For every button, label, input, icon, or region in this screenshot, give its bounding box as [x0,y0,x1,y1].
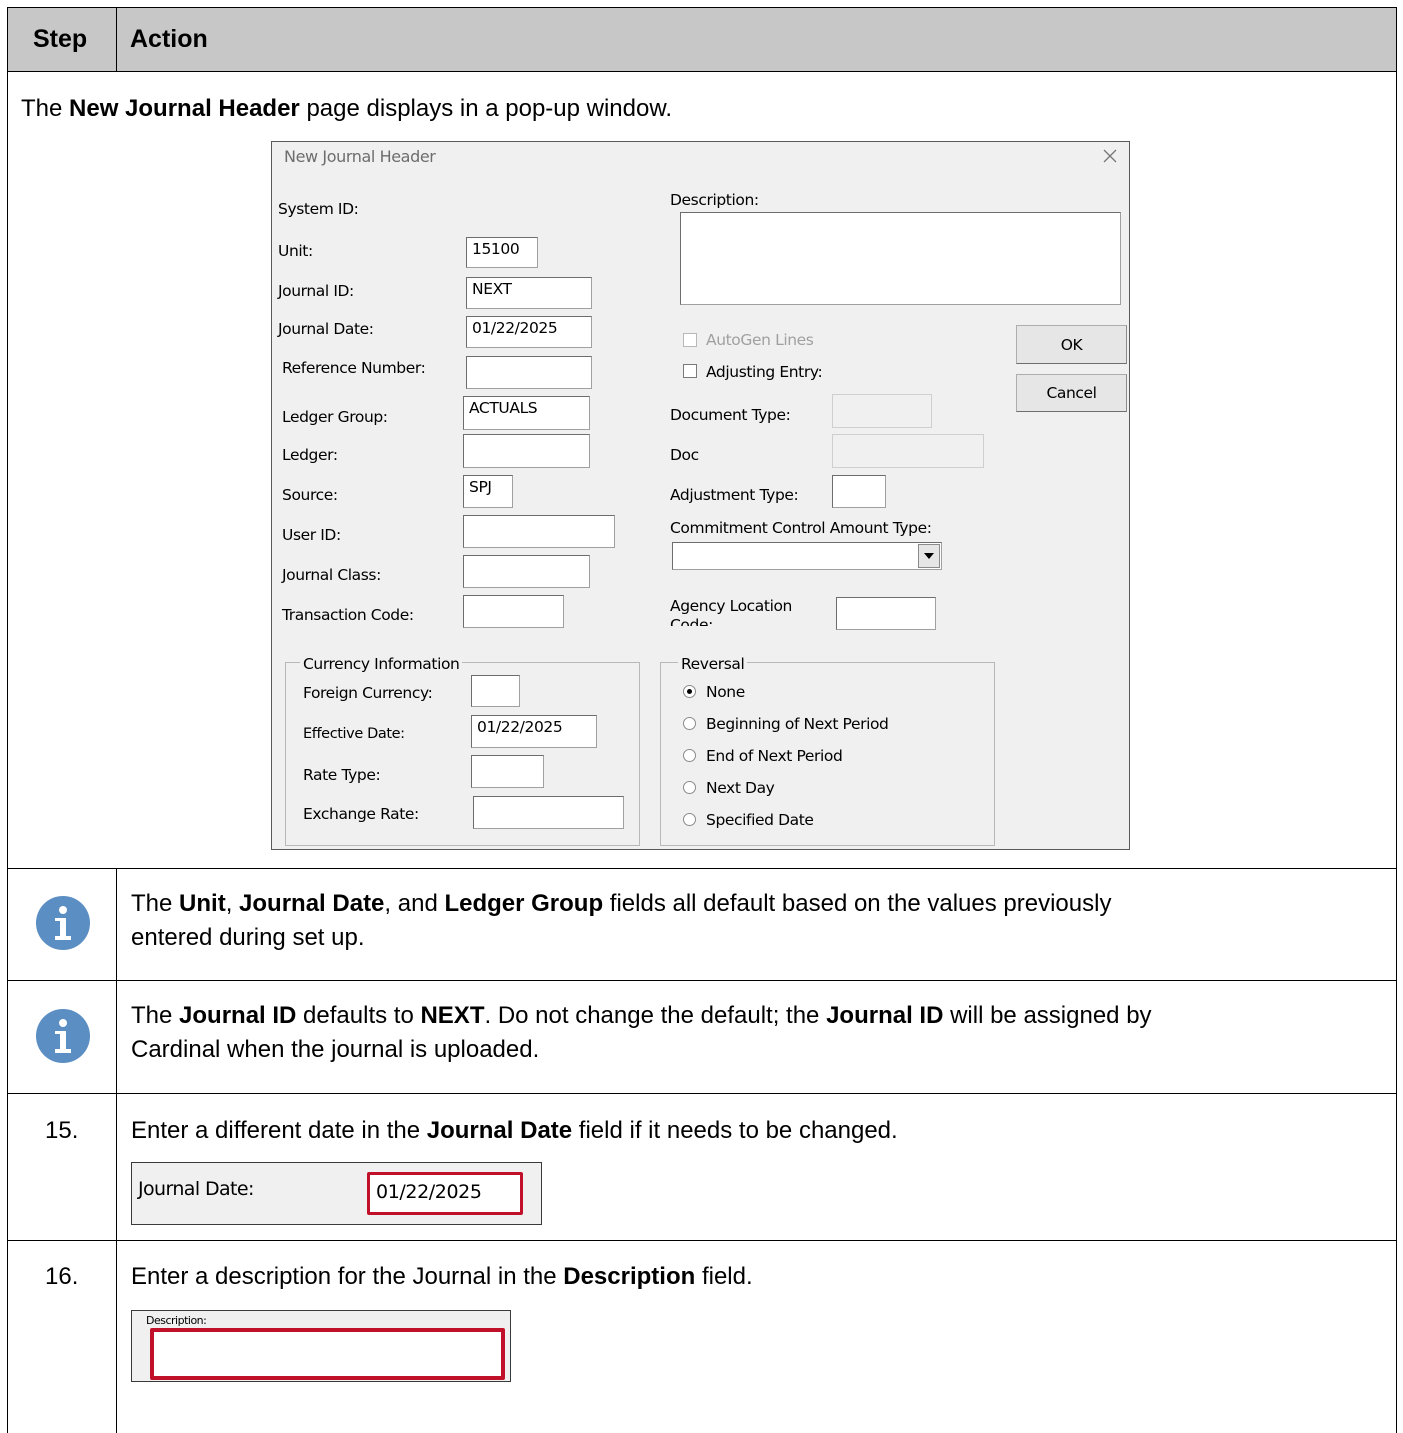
effective-date-label: Effective Date: [303,726,405,742]
reversal-legend: Reversal [678,655,748,673]
journal-class-label: Journal Class: [282,566,381,584]
intro-text: The New Journal Header page displays in … [21,95,673,122]
ledger-group-input[interactable]: ACTUALS [463,396,590,430]
reversal-none-radio[interactable] [683,685,696,698]
journal-date-snippet: Journal Date: 01/22/2025 [131,1162,542,1225]
effective-date-input[interactable]: 01/22/2025 [471,715,597,748]
adjusting-entry-label: Adjusting Entry: [706,363,823,381]
description-snippet-label: Description: [146,1314,207,1327]
unit-input[interactable]: 15100 [466,237,538,268]
user-id-input[interactable] [463,515,615,548]
info-icon [36,896,90,950]
adjustment-type-input[interactable] [832,475,886,508]
journal-id-label: Journal ID: [278,282,354,300]
journal-date-snippet-label: Journal Date: [138,1178,254,1200]
foreign-currency-input[interactable] [471,675,520,707]
source-label: Source: [282,486,338,504]
adjustment-type-label: Adjustment Type: [670,486,799,504]
unit-label: Unit: [278,242,313,260]
cancel-button[interactable]: Cancel [1016,374,1127,412]
agency-location-label: Agency Location Code: [670,597,792,626]
ledger-input[interactable] [463,434,590,468]
agency-location-code-input[interactable] [836,597,936,630]
description-snippet: Description: [131,1310,511,1382]
table-header-row [7,7,1397,72]
journal-date-input[interactable]: 01/22/2025 [466,316,592,348]
reversal-beginning-next-period-radio[interactable] [683,717,696,730]
step-15-instruction: Enter a different date in the Journal Da… [131,1117,898,1144]
step-column-header: Step [33,25,88,53]
reversal-specified-date-radio[interactable] [683,813,696,826]
reversal-option-label: None [706,683,745,701]
reversal-option-label: End of Next Period [706,747,843,765]
document-type-label: Document Type: [670,406,791,424]
reversal-option-label: Next Day [706,779,775,797]
foreign-currency-label: Foreign Currency: [303,684,433,702]
currency-information-legend: Currency Information [300,655,463,673]
step-number: 15. [45,1117,79,1144]
description-input[interactable] [680,212,1121,305]
system-id-label: System ID: [278,200,359,218]
transaction-code-input[interactable] [463,595,564,628]
reversal-option-label: Specified Date [706,811,814,829]
dialog-title: New Journal Header [284,147,436,166]
ledger-label: Ledger: [282,446,338,464]
doc-input [832,434,984,468]
column-divider-header [116,7,117,72]
dropdown-arrow-icon[interactable] [918,544,940,568]
table-border-left [7,7,8,1433]
commitment-control-select[interactable] [672,542,942,570]
exchange-rate-label: Exchange Rate: [303,805,419,823]
adjusting-entry-checkbox[interactable] [683,364,697,378]
note-default-fields: The Unit, Journal Date, and Ledger Group… [131,890,1112,951]
new-journal-header-dialog: New Journal Header System ID: Unit: 1510… [271,141,1130,850]
doc-label: Doc [670,446,699,464]
reversal-option-label: Beginning of Next Period [706,715,889,733]
ok-button[interactable]: OK [1016,325,1127,364]
exchange-rate-input[interactable] [473,796,624,829]
journal-date-label: Journal Date: [278,320,374,338]
close-icon[interactable] [1101,147,1119,165]
column-divider [116,868,117,1433]
row-divider [7,1240,1397,1241]
transaction-code-label: Transaction Code: [282,606,414,624]
ledger-group-label: Ledger Group: [282,408,388,426]
journal-class-input[interactable] [463,555,590,588]
rate-type-input[interactable] [471,755,544,788]
row-divider [7,868,1397,869]
autogen-lines-label: AutoGen Lines [706,331,814,349]
description-label: Description: [670,191,759,209]
reference-number-label: Reference Number: [282,359,426,377]
journal-date-snippet-input: 01/22/2025 [367,1172,523,1215]
reference-number-input[interactable] [466,356,592,389]
note-journal-id: The Journal ID defaults to NEXT. Do not … [131,1002,1152,1063]
user-id-label: User ID: [282,526,341,544]
step-16-instruction: Enter a description for the Journal in t… [131,1263,753,1290]
action-column-header: Action [130,25,208,53]
step-number: 16. [45,1263,79,1290]
autogen-lines-checkbox [683,333,697,347]
reversal-end-next-period-radio[interactable] [683,749,696,762]
journal-id-input[interactable]: NEXT [466,277,592,309]
reversal-next-day-radio[interactable] [683,781,696,794]
commitment-control-label: Commitment Control Amount Type: [670,519,932,537]
info-icon [36,1009,90,1063]
row-divider [7,980,1397,981]
rate-type-label: Rate Type: [303,766,381,784]
document-type-input [832,394,932,428]
table-border-right [1396,7,1397,1433]
row-divider [7,1093,1397,1094]
source-input[interactable]: SPJ [463,475,513,508]
description-snippet-input [150,1328,505,1380]
